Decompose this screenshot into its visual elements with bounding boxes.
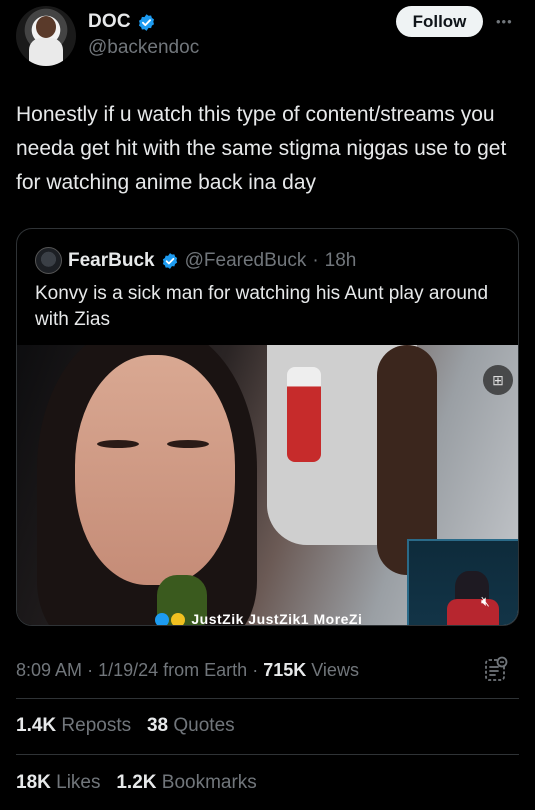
tweet-meta: 8:09 AM · 1/19/24 from Earth · 715K View… [16, 660, 359, 681]
views-label: Views [311, 660, 359, 680]
quoted-author-name: FearBuck [68, 249, 155, 271]
grok-analyze-icon[interactable] [484, 656, 508, 682]
verified-badge-icon [162, 252, 177, 269]
video-socials-text: JustZik JustZik1 MoreZi [191, 611, 363, 626]
quoted-author-avatar [35, 247, 62, 274]
quoted-tweet-video[interactable]: ⊞ JustZik JustZik1 MoreZi 🔇︎ [17, 345, 518, 626]
reposts-stat[interactable]: 1.4K Reposts [16, 715, 131, 736]
twitter-icon [155, 613, 169, 625]
reposts-count: 1.4K [16, 715, 57, 736]
quoted-tweet-age: 18h [324, 249, 357, 271]
pip-shirt [447, 599, 499, 625]
quotes-label: Quotes [173, 715, 235, 736]
likes-count: 18K [16, 772, 51, 793]
reposts-label: Reposts [61, 715, 132, 736]
bookmarks-label: Bookmarks [161, 772, 257, 793]
divider [16, 754, 519, 755]
quotes-stat[interactable]: 38 Quotes [147, 715, 235, 736]
author-avatar[interactable] [16, 6, 76, 66]
quoted-author-handle: @FearedBuck [184, 249, 307, 271]
likes-bookmarks-stats: 18K Likes 1.2K Bookmarks [16, 772, 257, 794]
video-eye-right [167, 440, 209, 448]
meta-separator: · [252, 660, 259, 680]
views-count: 715K [263, 660, 307, 680]
tweet-text: Honestly if u watch this type of content… [16, 103, 507, 194]
likes-label: Likes [56, 772, 101, 793]
snapchat-icon [171, 613, 185, 625]
author-handle[interactable]: @backendoc [88, 37, 199, 59]
author-name-row: DOC [88, 11, 156, 33]
tweet-header: DOC @backendoc Follow ••• [16, 6, 519, 66]
quotes-count: 38 [146, 715, 169, 736]
follow-button[interactable]: Follow [396, 6, 483, 37]
video-picture-in-picture: 🔇︎ [407, 539, 518, 625]
video-socials-overlay: JustZik JustZik1 MoreZi [155, 611, 363, 626]
meta-separator: · [87, 660, 94, 680]
mute-icon[interactable]: 🔇︎ [481, 593, 490, 610]
video-spray-can [287, 367, 321, 462]
quoted-tweet[interactable]: FearBuck @FearedBuck · 18h Konvy is a si… [16, 228, 519, 626]
more-options-icon[interactable]: ••• [496, 14, 513, 29]
bookmarks-count: 1.2K [116, 772, 157, 793]
tweet-time[interactable]: 8:09 AM [16, 660, 82, 680]
quoted-tweet-header: FearBuck @FearedBuck · 18h [35, 247, 356, 274]
sticker-icon[interactable]: ⊞ [483, 365, 513, 395]
likes-stat[interactable]: 18K Likes [16, 772, 101, 793]
verified-badge-icon [138, 13, 154, 31]
bookmarks-stat[interactable]: 1.2K Bookmarks [116, 772, 256, 793]
quoted-separator: · [312, 249, 319, 271]
quoted-tweet-text: Konvy is a sick man for watching his Aun… [35, 283, 489, 330]
repost-quote-stats: 1.4K Reposts 38 Quotes [16, 715, 235, 737]
divider [16, 698, 519, 699]
author-name[interactable]: DOC [88, 11, 131, 33]
video-eye-left [97, 440, 139, 448]
tweet-date[interactable]: 1/19/24 from Earth [98, 660, 247, 680]
avatar-face [36, 16, 56, 38]
avatar-body [29, 38, 63, 66]
video-face [75, 355, 235, 585]
